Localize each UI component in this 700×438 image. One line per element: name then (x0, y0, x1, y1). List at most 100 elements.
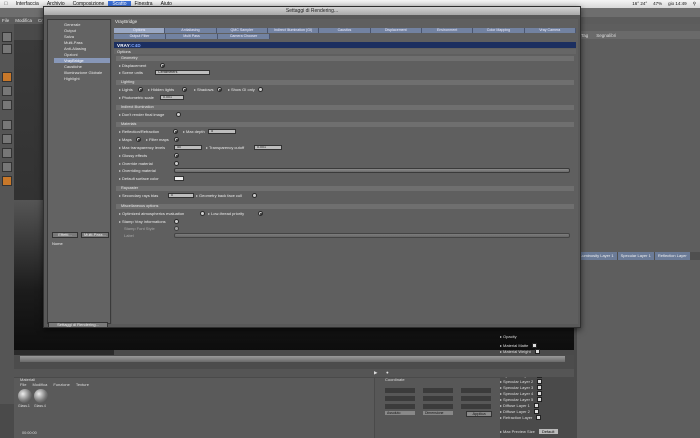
maps-checkbox[interactable] (136, 137, 141, 142)
effects-button[interactable]: Effetti... (52, 232, 78, 238)
weather-status[interactable]: 16° 24° (632, 1, 647, 7)
menu-interfaccia[interactable]: Interfaccia (12, 1, 43, 7)
spotlight-icon[interactable]: ⚲ (693, 1, 696, 7)
material-row-checkbox[interactable] (537, 385, 542, 390)
c4d-menu-file[interactable]: File (2, 18, 9, 23)
object-tool-icon[interactable] (2, 72, 12, 82)
reflection-refraction-checkbox[interactable] (173, 129, 178, 134)
dialog-title[interactable]: Settaggi di Rendering... (44, 7, 580, 15)
section-raycaster[interactable]: Raycaster (116, 186, 574, 191)
glossy-effects-checkbox[interactable] (174, 153, 179, 158)
tab-caustics[interactable]: Caustics (319, 28, 370, 33)
render-settings-name-button[interactable]: Settaggi di Rendering... (48, 322, 108, 328)
section-lighting[interactable]: Lighting (116, 80, 574, 85)
coord-b-field[interactable] (461, 404, 491, 409)
material-row-checkbox[interactable] (534, 409, 539, 414)
sidebar-item-output[interactable]: Output (64, 28, 76, 33)
material-row-checkbox[interactable] (532, 343, 537, 348)
max-preview-select[interactable]: Default (539, 429, 558, 434)
multipass-button[interactable]: Multi-Pass... (81, 232, 109, 238)
material-row-checkbox[interactable] (534, 403, 539, 408)
default-surface-color-swatch[interactable] (174, 176, 184, 181)
tab-environment[interactable]: Environment (422, 28, 473, 33)
texture-tool-icon[interactable] (2, 100, 12, 110)
edges-tool-icon[interactable] (2, 134, 12, 144)
material-row[interactable]: Refraction Layer (500, 414, 541, 420)
tab-options[interactable]: Options (114, 28, 165, 33)
coord-sz-field[interactable] (423, 404, 453, 409)
sidebar-item-salva[interactable]: Salva (64, 34, 74, 39)
battery-status[interactable]: 47% (653, 1, 662, 7)
tab-qmc-sampler[interactable]: QMC Sampler (217, 28, 268, 33)
apply-button[interactable]: Applica (466, 411, 492, 417)
material-glass-1[interactable] (18, 389, 32, 403)
overriding-material-link[interactable] (174, 168, 570, 173)
tab-antialiasing[interactable]: Antialiasing (165, 28, 216, 33)
sidebar-item-vraybridge[interactable]: VrayBridge (54, 58, 110, 63)
secondary-rays-field[interactable]: 0 (168, 193, 194, 198)
tag-menu[interactable]: Tag (581, 33, 588, 38)
photometric-field[interactable]: 0.001 (160, 95, 184, 100)
matmenu-texture[interactable]: Texture (76, 382, 89, 387)
sidebar-item-multipass[interactable]: Multi-Pass (64, 40, 83, 45)
tab-indirect-illumination[interactable]: Indirect Illumination (GI) (268, 28, 319, 33)
max-depth-field[interactable]: 5 (208, 129, 236, 134)
show-gi-checkbox[interactable] (258, 87, 263, 92)
filter-maps-checkbox[interactable] (174, 137, 179, 142)
optimized-atmospherics-checkbox[interactable] (200, 211, 205, 216)
coord-mode-select[interactable]: Assoluto (385, 411, 415, 415)
geometry-back-face-checkbox[interactable] (252, 193, 257, 198)
transparency-cutoff-field[interactable]: 0.001 (254, 145, 282, 150)
scale-tool-icon[interactable] (2, 44, 12, 54)
hidden-lights-checkbox[interactable] (182, 87, 187, 92)
section-materials[interactable]: Materials (116, 122, 574, 127)
shadows-checkbox[interactable] (217, 87, 222, 92)
grid-tool-icon[interactable] (2, 162, 12, 172)
coord-sx-field[interactable] (423, 388, 453, 393)
material-row-checkbox[interactable] (537, 397, 542, 402)
displacement-checkbox[interactable] (160, 63, 165, 68)
stamp-vray-checkbox[interactable] (174, 219, 179, 224)
c4d-menu-modifica[interactable]: Modifica (15, 18, 32, 23)
timeline-slider[interactable] (20, 356, 565, 362)
matmenu-file[interactable]: File (20, 382, 26, 387)
tab-camera-chooser[interactable]: Camera Chooser (218, 34, 270, 39)
sidebar-item-antialiasing[interactable]: Anti-Aliasing (64, 46, 86, 51)
tab-luminosity-layer[interactable]: Luminosity Layer 1 (577, 252, 617, 260)
tab-displacement[interactable]: Displacement (371, 28, 422, 33)
section-indirect-illumination[interactable]: Indirect Illumination (116, 105, 574, 110)
low-thread-priority-checkbox[interactable] (258, 211, 263, 216)
move-tool-icon[interactable] (2, 32, 12, 42)
section-geometry[interactable]: Geometry (116, 56, 574, 61)
matmenu-modifica[interactable]: Modifica (32, 382, 47, 387)
live-tool-icon[interactable] (2, 176, 12, 186)
model-tool-icon[interactable] (2, 86, 12, 96)
material-row-checkbox[interactable] (537, 379, 542, 384)
tab-specular-layer[interactable]: Specular Layer 1 (618, 252, 654, 260)
coord-h-field[interactable] (461, 388, 491, 393)
max-preview-row[interactable]: Max Preview SizeDefault (500, 428, 558, 434)
matmenu-funzione[interactable]: Funzione (53, 382, 69, 387)
sidebar-item-illuminazione-globale[interactable]: Illuminazione Globale (64, 70, 102, 75)
bookmarks-menu[interactable]: Segnalibri (596, 33, 616, 38)
tab-vray-camera[interactable]: Vray Camera (525, 28, 576, 33)
coord-size-select[interactable]: Dimensione (423, 411, 453, 415)
tab-output-filter[interactable]: Output Filter (114, 34, 166, 39)
tab-multi-pass[interactable]: Multi Pass (166, 34, 218, 39)
override-material-checkbox[interactable] (174, 161, 179, 166)
material-row-checkbox[interactable] (536, 415, 541, 420)
clock[interactable]: gio 14:49 (668, 1, 687, 7)
coord-z-field[interactable] (385, 404, 415, 409)
sidebar-item-opzioni[interactable]: Opzioni (64, 52, 78, 57)
dont-render-checkbox[interactable] (176, 112, 181, 117)
lights-checkbox[interactable] (138, 87, 143, 92)
stamp-font-style-checkbox[interactable] (174, 226, 179, 231)
coord-x-field[interactable] (385, 388, 415, 393)
tab-reflection-layer[interactable]: Reflection Layer (655, 252, 690, 260)
points-tool-icon[interactable] (2, 120, 12, 130)
tab-color-mapping[interactable]: Color Mapping (473, 28, 524, 33)
material-glass-4[interactable] (34, 389, 48, 403)
section-misc-options[interactable]: Miscellaneous options (116, 204, 574, 209)
stamp-label-field[interactable] (174, 233, 570, 238)
material-row-checkbox[interactable] (535, 349, 540, 354)
